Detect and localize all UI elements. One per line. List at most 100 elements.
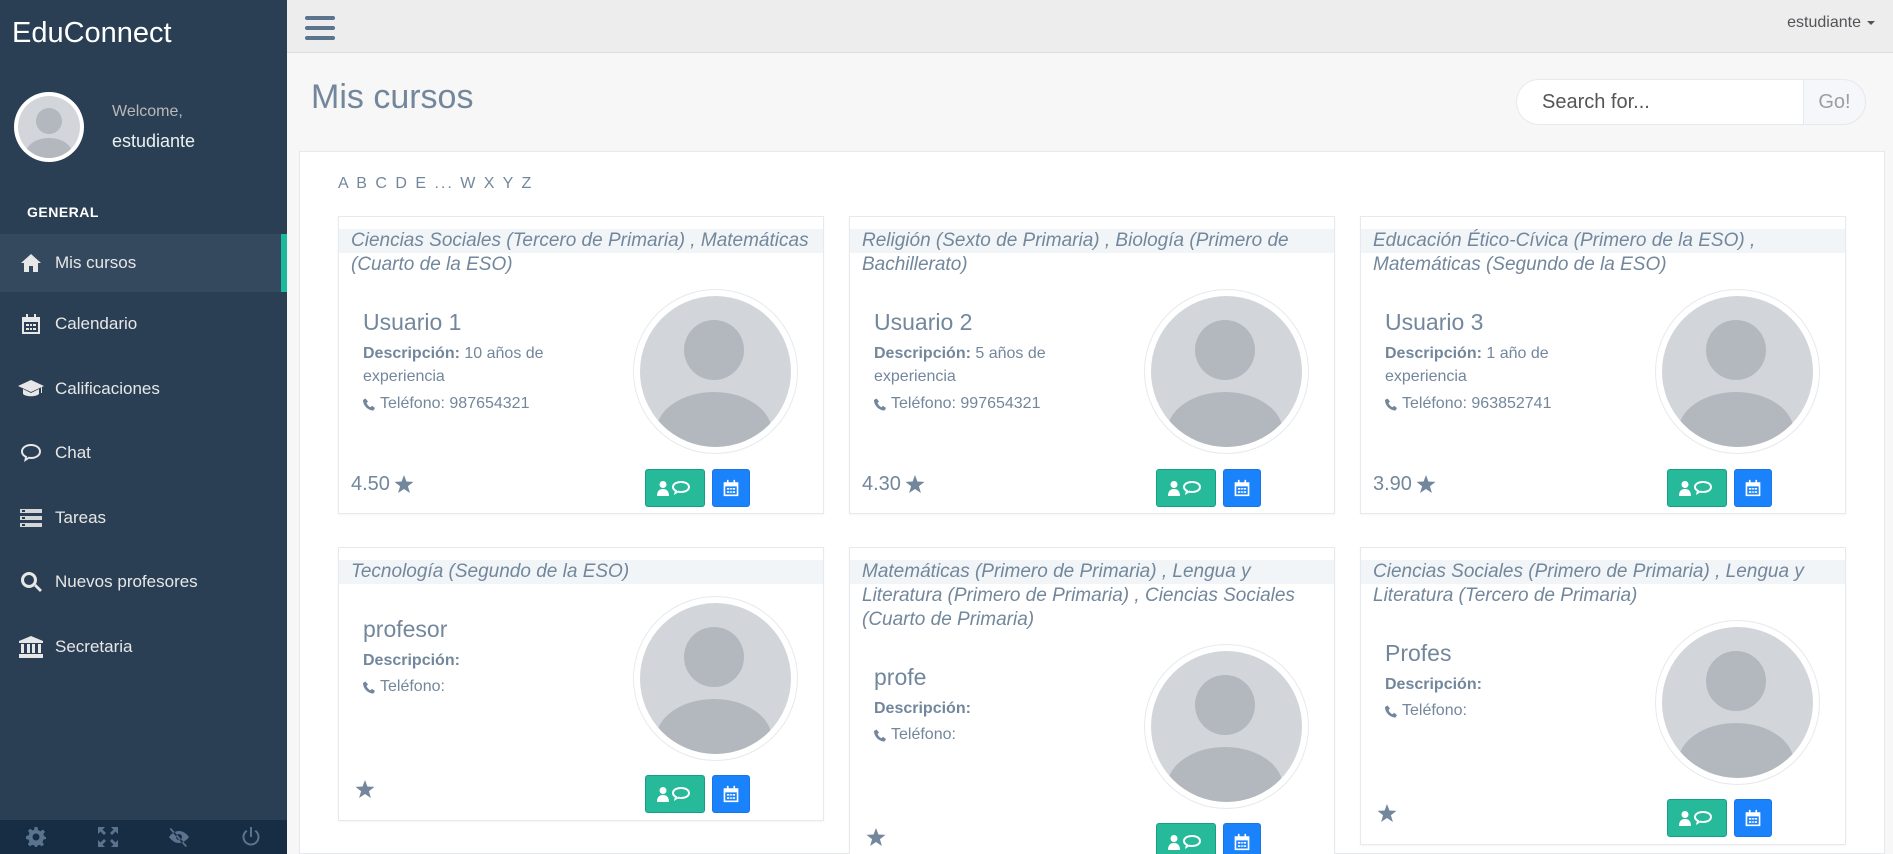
teacher-name: profesor bbox=[363, 616, 448, 642]
star-icon bbox=[1377, 804, 1397, 822]
teacher-card: Ciencias Sociales (Primero de Primaria) … bbox=[1360, 547, 1846, 845]
teacher-name: Usuario 2 bbox=[874, 309, 973, 335]
teacher-name: Usuario 1 bbox=[363, 309, 462, 335]
menu-toggle-icon[interactable] bbox=[305, 16, 335, 42]
teacher-rating: 4.50 bbox=[351, 473, 414, 496]
search-go-button[interactable]: Go! bbox=[1803, 79, 1866, 125]
chat-with-teacher-button[interactable] bbox=[645, 775, 705, 813]
sidebar: EduConnect Welcome, estudiante GENERAL M… bbox=[0, 0, 287, 854]
calendar-button[interactable] bbox=[1734, 799, 1772, 837]
calendar-icon bbox=[1745, 809, 1761, 827]
sidebar-footer bbox=[0, 820, 287, 854]
phone-icon bbox=[874, 398, 886, 410]
hide-icon[interactable] bbox=[159, 827, 199, 847]
chat-with-teacher-button[interactable] bbox=[1156, 823, 1216, 854]
search-input[interactable] bbox=[1516, 79, 1803, 125]
teacher-rating: 4.30 bbox=[862, 473, 925, 496]
welcome-text: Welcome, bbox=[112, 102, 183, 120]
sidebar-item-label: Nuevos profesores bbox=[55, 572, 198, 592]
sidebar-item-tareas[interactable]: Tareas bbox=[0, 486, 287, 551]
top-navbar: estudiante bbox=[287, 0, 1893, 53]
user-chat-icon bbox=[1168, 481, 1201, 496]
sidebar-item-calendario[interactable]: Calendario bbox=[0, 292, 287, 357]
teacher-subjects: Tecnología (Segundo de la ESO) bbox=[339, 548, 823, 584]
fullscreen-icon[interactable] bbox=[88, 827, 128, 847]
sidebar-item-label: Mis cursos bbox=[55, 253, 137, 272]
graduation-cap-icon bbox=[17, 379, 45, 398]
user-chat-icon bbox=[1679, 481, 1712, 496]
phone-icon bbox=[1385, 705, 1397, 717]
search-icon bbox=[17, 571, 45, 593]
calendar-button[interactable] bbox=[1223, 823, 1261, 854]
teacher-card: Educación Ético-Cívica (Primero de la ES… bbox=[1360, 216, 1846, 514]
chat-bubble-icon bbox=[17, 443, 45, 463]
calendar-button[interactable] bbox=[712, 469, 750, 507]
sidebar-item-secretaria[interactable]: Secretaria bbox=[0, 615, 287, 680]
logout-icon[interactable] bbox=[231, 827, 271, 847]
teacher-rating bbox=[1373, 804, 1397, 823]
teacher-rating bbox=[351, 780, 375, 799]
sidebar-item-label: Calendario bbox=[55, 314, 138, 334]
teacher-photo bbox=[633, 596, 798, 761]
calendar-button[interactable] bbox=[712, 775, 750, 813]
teacher-subjects: Religión (Sexto de Primaria) , Biología … bbox=[850, 217, 1334, 277]
alphabet-filter[interactable]: A B C D E ... W X Y Z bbox=[338, 175, 533, 193]
search-group: Go! bbox=[1516, 79, 1866, 125]
brand-title[interactable]: EduConnect bbox=[0, 0, 287, 66]
teacher-card: Matemáticas (Primero de Primaria) , Leng… bbox=[849, 547, 1335, 854]
star-icon bbox=[355, 780, 375, 798]
chat-with-teacher-button[interactable] bbox=[1667, 799, 1727, 837]
teacher-photo bbox=[1144, 644, 1309, 809]
teachers-panel: A B C D E ... W X Y Z Ciencias Sociales … bbox=[299, 151, 1885, 854]
phone-icon bbox=[363, 398, 375, 410]
avatar bbox=[14, 92, 84, 162]
teacher-name: profe bbox=[874, 664, 927, 690]
teacher-subjects: Ciencias Sociales (Primero de Primaria) … bbox=[1361, 548, 1845, 608]
calendar-icon bbox=[1745, 479, 1761, 497]
settings-icon[interactable] bbox=[16, 827, 56, 847]
calendar-button[interactable] bbox=[1734, 469, 1772, 507]
star-icon bbox=[394, 475, 414, 493]
sidebar-item-chat[interactable]: Chat bbox=[0, 421, 287, 486]
user-dropdown-label: estudiante bbox=[1787, 14, 1861, 31]
profile-block: Welcome, estudiante bbox=[0, 66, 287, 188]
phone-icon bbox=[1385, 398, 1397, 410]
sidebar-item-label: Tareas bbox=[55, 507, 107, 527]
teacher-subjects: Matemáticas (Primero de Primaria) , Leng… bbox=[850, 548, 1334, 632]
teacher-photo bbox=[1144, 289, 1309, 454]
calendar-button[interactable] bbox=[1223, 469, 1261, 507]
profile-username: estudiante bbox=[112, 130, 196, 151]
home-icon bbox=[17, 253, 45, 273]
star-icon bbox=[866, 828, 886, 846]
teacher-subjects: Educación Ético-Cívica (Primero de la ES… bbox=[1361, 217, 1845, 277]
chat-with-teacher-button[interactable] bbox=[1156, 469, 1216, 507]
page-title: Mis cursos bbox=[311, 78, 474, 116]
teacher-name: Profes bbox=[1385, 640, 1452, 666]
user-chat-icon bbox=[1168, 835, 1201, 850]
chevron-down-icon bbox=[1867, 20, 1875, 25]
teacher-photo bbox=[633, 289, 798, 454]
teacher-description: Descripción: 5 años de experiencia bbox=[874, 345, 1046, 385]
teacher-description: Descripción: bbox=[1385, 676, 1482, 693]
teacher-phone: Teléfono: bbox=[874, 726, 960, 744]
teacher-phone: Teléfono: bbox=[1385, 702, 1471, 720]
user-dropdown[interactable]: estudiante bbox=[1787, 14, 1875, 32]
teacher-description: Descripción: bbox=[874, 700, 971, 717]
sidebar-item-mis-cursos[interactable]: Mis cursos bbox=[0, 234, 287, 292]
chat-with-teacher-button[interactable] bbox=[645, 469, 705, 507]
teacher-phone: Teléfono: 987654321 bbox=[363, 395, 529, 413]
sidebar-item-nuevos-profesores[interactable]: Nuevos profesores bbox=[0, 550, 287, 615]
teacher-description: Descripción: 1 año de experiencia bbox=[1385, 345, 1549, 385]
teacher-rating bbox=[862, 828, 886, 847]
sidebar-item-calificaciones[interactable]: Calificaciones bbox=[0, 357, 287, 422]
chat-with-teacher-button[interactable] bbox=[1667, 469, 1727, 507]
star-icon bbox=[905, 475, 925, 493]
teacher-card: Tecnología (Segundo de la ESO) profesor … bbox=[338, 547, 824, 821]
calendar-icon bbox=[723, 785, 739, 803]
calendar-icon bbox=[17, 313, 45, 335]
user-chat-icon bbox=[1679, 811, 1712, 826]
teacher-rating: 3.90 bbox=[1373, 473, 1436, 496]
bank-icon bbox=[17, 635, 45, 658]
phone-icon bbox=[363, 681, 375, 693]
teacher-photo bbox=[1655, 289, 1820, 454]
